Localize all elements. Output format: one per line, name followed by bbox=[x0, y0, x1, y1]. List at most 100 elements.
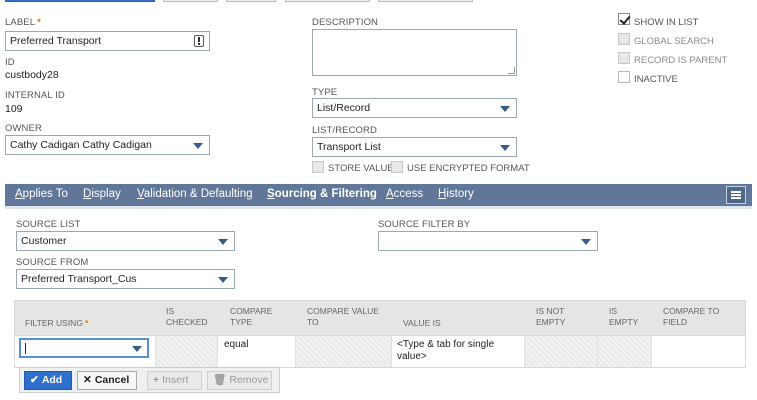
store-value-label: STORE VALUE bbox=[328, 163, 394, 174]
id-value: custbody28 bbox=[5, 69, 59, 81]
list-record-select[interactable]: Transport List bbox=[312, 137, 517, 157]
grid-header: FILTER USING * IS CHECKED COMPARE TYPE CO… bbox=[15, 301, 745, 335]
chevron-down-icon bbox=[132, 346, 142, 352]
header-is-checked: IS CHECKED bbox=[166, 306, 208, 327]
actions-button-edge[interactable] bbox=[378, 0, 473, 2]
source-filter-by-label: SOURCE FILTER BY bbox=[378, 219, 471, 230]
resize-grip-icon[interactable] bbox=[508, 67, 515, 74]
filter-grid: FILTER USING * IS CHECKED COMPARE TYPE CO… bbox=[14, 300, 746, 368]
tab-access-text: ccess bbox=[393, 188, 424, 200]
source-list-select[interactable]: Customer bbox=[16, 231, 235, 251]
grid-edit-row: equal <Type & tab for single value> bbox=[15, 335, 745, 367]
list-record-select-value: Transport List bbox=[317, 141, 381, 153]
tab-history[interactable]: History bbox=[438, 188, 474, 200]
cell-is-checked[interactable] bbox=[156, 336, 218, 367]
description-textarea[interactable] bbox=[312, 29, 517, 76]
tab-access[interactable]: Access bbox=[386, 188, 423, 200]
tab-display-text: isplay bbox=[91, 188, 121, 200]
chevron-down-icon bbox=[581, 239, 591, 245]
chevron-down-icon bbox=[218, 239, 228, 245]
cell-compare-to-field[interactable] bbox=[652, 336, 745, 367]
trash-icon: 🗑 bbox=[213, 374, 227, 386]
show-in-list-label: SHOW IN LIST bbox=[634, 17, 699, 28]
x-icon: ✕ bbox=[83, 374, 92, 386]
save-button-edge[interactable] bbox=[5, 0, 155, 2]
type-label: TYPE bbox=[312, 87, 338, 98]
tab-sourcing-hotkey: S bbox=[267, 188, 275, 200]
encrypted-format-checkbox[interactable] bbox=[391, 161, 403, 173]
record-is-parent-checkbox[interactable] bbox=[618, 52, 630, 64]
header-filter-using-text: FILTER USING bbox=[25, 318, 83, 328]
source-filter-by-select[interactable] bbox=[378, 231, 598, 251]
tab-display[interactable]: Display bbox=[83, 188, 121, 200]
owner-label: OWNER bbox=[5, 123, 42, 134]
source-list-label: SOURCE LIST bbox=[16, 219, 81, 230]
cancel-button[interactable]: ✕ Cancel bbox=[77, 371, 137, 390]
id-label: ID bbox=[5, 57, 15, 68]
grid-action-bar: ✔ Add ✕ Cancel + Insert 🗑 Remove bbox=[19, 367, 280, 393]
source-from-label: SOURCE FROM bbox=[16, 257, 89, 268]
label-input[interactable]: Preferred Transport bbox=[5, 31, 210, 51]
source-from-value: Preferred Transport_Cus bbox=[21, 273, 137, 285]
add-button[interactable]: ✔ Add bbox=[24, 371, 72, 390]
store-value-checkbox[interactable] bbox=[312, 161, 324, 173]
insert-button[interactable]: + Insert bbox=[147, 371, 202, 390]
tab-menu-button[interactable] bbox=[726, 186, 746, 204]
header-compare-type: COMPARE TYPE bbox=[230, 306, 273, 327]
tab-validation-defaulting[interactable]: Validation & Defaulting bbox=[137, 188, 253, 200]
cell-value-is[interactable]: <Type & tab for single value> bbox=[392, 336, 525, 367]
owner-select[interactable]: Cathy Cadigan Cathy Cadigan bbox=[5, 135, 210, 155]
inactive-label: INACTIVE bbox=[634, 74, 678, 85]
global-search-checkbox[interactable] bbox=[618, 33, 630, 45]
show-in-list-checkbox[interactable] bbox=[618, 13, 630, 25]
field-help-icon[interactable] bbox=[194, 35, 204, 47]
tab-validation-text: alidation & Defaulting bbox=[143, 188, 253, 200]
insert-button-label: Insert bbox=[162, 374, 189, 386]
tab-underline bbox=[5, 206, 752, 209]
cell-filter-using[interactable] bbox=[15, 336, 156, 367]
tab-applies-to-hotkey: A bbox=[15, 188, 23, 200]
header-filter-using: FILTER USING * bbox=[25, 318, 88, 329]
source-from-select[interactable]: Preferred Transport_Cus bbox=[16, 269, 235, 289]
label-field-label: LABEL * bbox=[5, 17, 41, 28]
inactive-checkbox[interactable] bbox=[618, 71, 630, 83]
cell-is-not-empty[interactable] bbox=[525, 336, 598, 367]
chevron-down-icon bbox=[500, 106, 510, 112]
tab-sourcing-filtering[interactable]: Sourcing & Filtering bbox=[267, 188, 377, 200]
tab-validation-hotkey: V bbox=[137, 188, 144, 200]
list-record-label: LIST/RECORD bbox=[312, 125, 377, 136]
header-is-not-empty: IS NOT EMPTY bbox=[536, 306, 566, 327]
record-is-parent-label: RECORD IS PARENT bbox=[634, 55, 728, 66]
reset-button-edge[interactable] bbox=[226, 0, 276, 2]
source-list-value: Customer bbox=[21, 235, 67, 247]
header-is-empty: IS EMPTY bbox=[609, 306, 639, 327]
remove-button-label: Remove bbox=[229, 374, 269, 386]
type-select-value: List/Record bbox=[317, 102, 371, 114]
internal-id-label: INTERNAL ID bbox=[5, 90, 65, 101]
cell-compare-value-to[interactable] bbox=[296, 336, 392, 367]
cancel-button-label: Cancel bbox=[94, 374, 130, 386]
chevron-down-icon bbox=[218, 277, 228, 283]
cell-is-empty[interactable] bbox=[598, 336, 652, 367]
text-cursor bbox=[25, 343, 26, 354]
required-asterisk: * bbox=[37, 17, 41, 28]
tab-applies-to-text: pplies To bbox=[22, 188, 68, 200]
header-compare-to-field: COMPARE TO FIELD bbox=[663, 306, 720, 327]
plus-icon: + bbox=[153, 374, 160, 386]
tab-history-text: istory bbox=[446, 188, 474, 200]
label-input-value: Preferred Transport bbox=[10, 35, 102, 47]
remove-button[interactable]: 🗑 Remove bbox=[207, 371, 272, 390]
tab-access-hotkey: A bbox=[386, 188, 394, 200]
cancel-button-edge[interactable] bbox=[163, 0, 218, 2]
header-compare-value-to: COMPARE VALUE TO bbox=[307, 306, 379, 327]
chevron-down-icon bbox=[500, 145, 510, 151]
cell-compare-type[interactable]: equal bbox=[218, 336, 296, 367]
global-search-label: GLOBAL SEARCH bbox=[634, 36, 714, 47]
tab-applies-to[interactable]: Applies To bbox=[15, 188, 68, 200]
checkmark-icon: ✔ bbox=[30, 374, 39, 386]
filter-using-select[interactable] bbox=[19, 338, 149, 358]
type-select[interactable]: List/Record bbox=[312, 98, 517, 118]
encrypted-format-label: USE ENCRYPTED FORMAT bbox=[407, 163, 530, 174]
change-id-button-edge[interactable] bbox=[285, 0, 370, 2]
label-field-label-text: LABEL bbox=[5, 17, 36, 28]
